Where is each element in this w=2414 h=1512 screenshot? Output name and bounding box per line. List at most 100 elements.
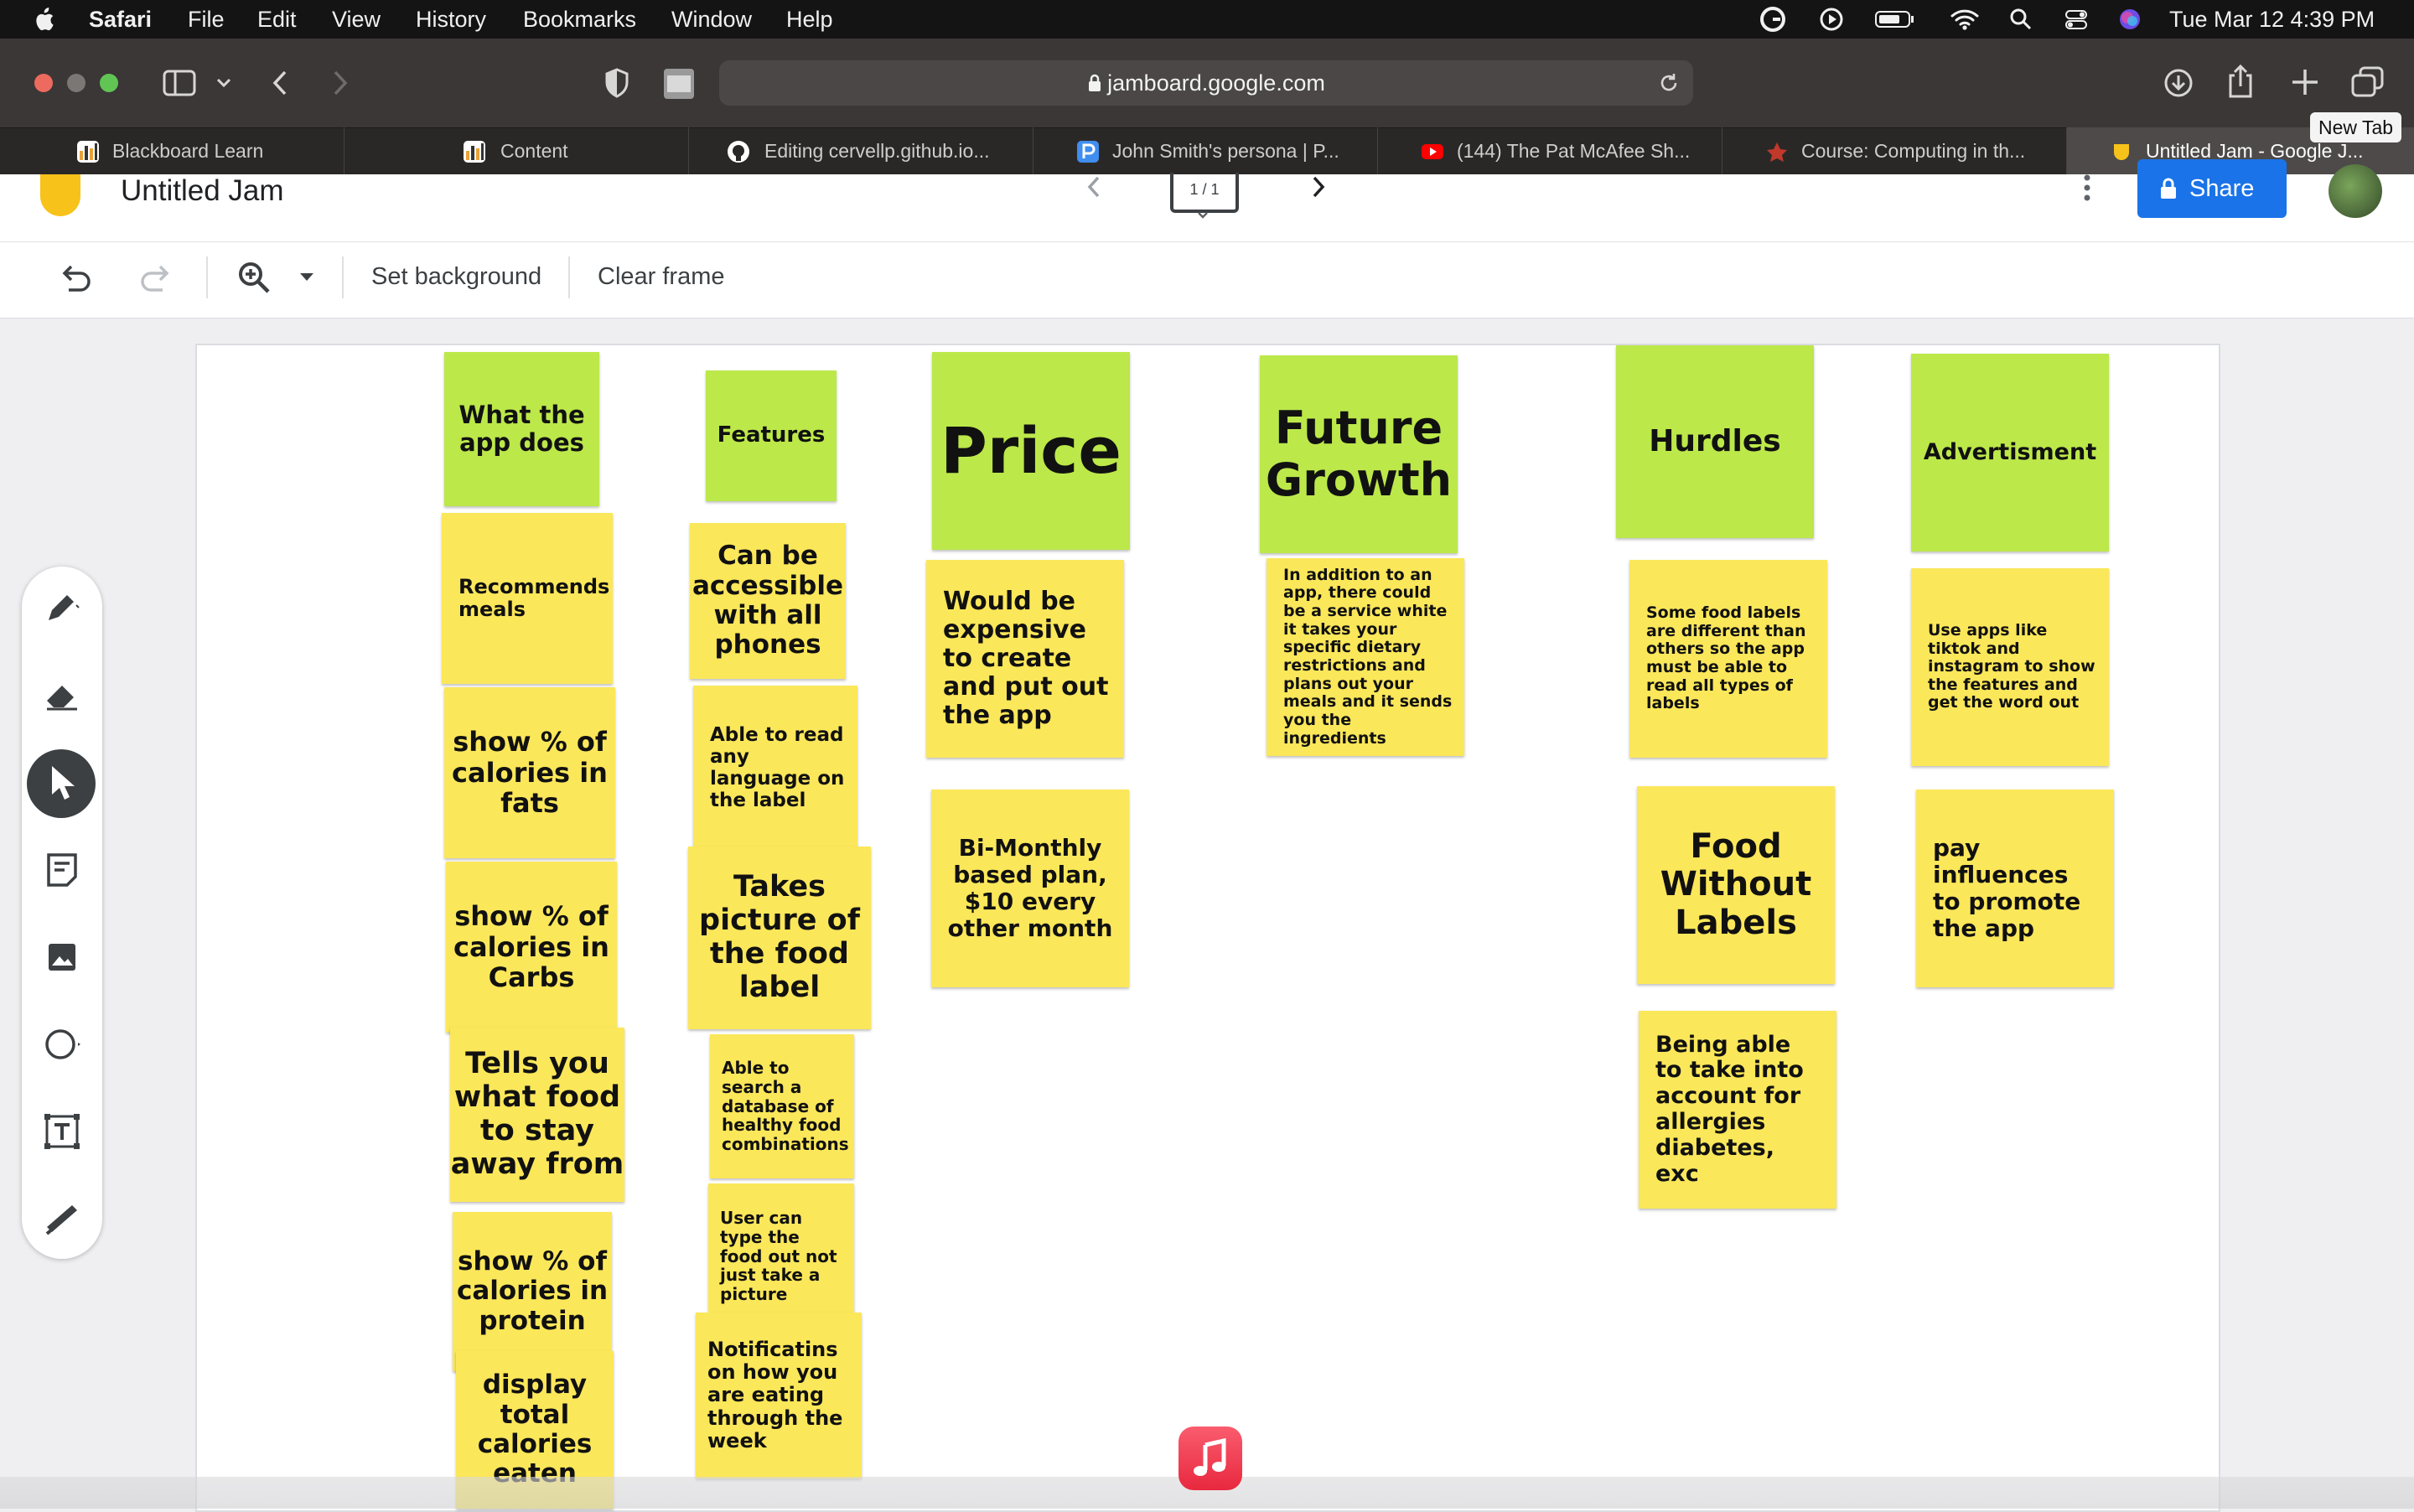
avatar[interactable] — [2329, 164, 2382, 218]
sticky-note[interactable]: Food Without Labels — [1637, 786, 1835, 984]
sticky-note[interactable]: Would be expensive to create and put out… — [926, 560, 1124, 758]
sticky-note[interactable]: Tells you what food to stay away from — [450, 1028, 624, 1202]
menu-edit[interactable]: Edit — [257, 0, 297, 39]
sticky-note[interactable]: Features — [706, 370, 837, 501]
pen-tool-icon[interactable] — [42, 587, 82, 627]
laser-tool-icon[interactable] — [42, 1199, 82, 1239]
undo-icon[interactable] — [57, 261, 94, 295]
tab-content[interactable]: Content — [344, 127, 689, 174]
privacy-shield-icon[interactable] — [604, 67, 630, 99]
menu-help[interactable]: Help — [786, 0, 833, 39]
youtube-icon — [1422, 144, 1443, 159]
address-bar[interactable]: jamboard.google.com — [719, 60, 1693, 106]
clear-frame-button[interactable]: Clear frame — [598, 241, 725, 312]
zoom-dropdown-icon[interactable] — [298, 270, 315, 283]
redo-icon[interactable] — [137, 261, 174, 295]
sticky-note[interactable]: show % of calories in protein — [453, 1212, 612, 1371]
shape-tool-icon[interactable] — [42, 1024, 82, 1064]
page-favicon-icon[interactable] — [662, 67, 696, 101]
sticky-note[interactable]: Recommends meals — [442, 513, 613, 684]
downloads-icon[interactable] — [2163, 67, 2194, 99]
share-button[interactable]: Share — [2137, 159, 2287, 218]
menu-bookmarks[interactable]: Bookmarks — [523, 0, 636, 39]
cursor-arrow-icon — [52, 766, 75, 800]
menu-history[interactable]: History — [416, 0, 486, 39]
tab-title: (144) The Pat McAfee Sh... — [1457, 140, 1691, 162]
tab-blackboard-learn[interactable]: Blackboard Learn — [0, 127, 344, 174]
lock-icon — [1089, 74, 1101, 91]
menubar-clock[interactable]: Tue Mar 12 4:39 PM — [2169, 0, 2375, 39]
grammarly-icon[interactable] — [1760, 7, 1785, 32]
sticky-note[interactable]: Advertisment — [1911, 354, 2109, 551]
jam-canvas[interactable]: What the app does Recommends meals show … — [195, 344, 2220, 1512]
battery-icon[interactable] — [1874, 7, 1916, 32]
zoom-window-button[interactable] — [100, 74, 118, 92]
select-tool-button[interactable] — [27, 749, 96, 818]
wifi-icon[interactable] — [1950, 7, 1980, 32]
tab-overview-icon[interactable] — [2350, 65, 2386, 99]
spotlight-search-icon[interactable] — [2008, 7, 2033, 32]
sticky-note-tool-icon[interactable] — [42, 850, 82, 890]
image-tool-icon[interactable] — [42, 937, 82, 977]
music-note-icon — [1194, 1438, 1226, 1476]
sticky-note[interactable]: Bi-Monthly based plan, $10 every other m… — [931, 790, 1129, 987]
menu-view[interactable]: View — [332, 0, 381, 39]
control-center-icon[interactable] — [2064, 7, 2089, 32]
sticky-note[interactable]: Some food labels are different than othe… — [1629, 560, 1827, 758]
menu-file[interactable]: File — [188, 0, 225, 39]
sticky-note[interactable]: show % of calories in Carbs — [446, 862, 617, 1033]
sticky-note[interactable]: Able to search a database of healthy foo… — [710, 1034, 854, 1178]
sticky-note[interactable]: Being able to take into account for alle… — [1639, 1011, 1836, 1209]
frame-indicator: 1 / 1 — [1189, 181, 1220, 198]
siri-icon[interactable] — [2117, 7, 2142, 32]
frame-bar-chevron-icon[interactable] — [1197, 211, 1209, 220]
tab-github-editing[interactable]: Editing cervellp.github.io... — [689, 127, 1033, 174]
set-background-button[interactable]: Set background — [371, 241, 541, 312]
sticky-note[interactable]: In addition to an app, there could be a … — [1267, 558, 1464, 756]
sticky-note[interactable]: What the app does — [444, 352, 599, 506]
previous-frame-icon[interactable] — [1083, 174, 1105, 199]
tab-persona[interactable]: John Smith's persona | P... — [1033, 127, 1378, 174]
chart-bar-icon — [464, 141, 485, 163]
frame-bar[interactable]: 1 / 1 — [1170, 173, 1239, 213]
share-lock-icon — [2161, 178, 2176, 199]
sticky-note[interactable]: User can type the food out not just take… — [708, 1183, 854, 1329]
sticky-note[interactable]: Able to read any language on the label — [693, 686, 857, 850]
sticky-note[interactable]: Takes picture of the food label — [688, 847, 871, 1029]
sticky-note[interactable]: Price — [932, 352, 1130, 550]
new-tab-plus-icon[interactable] — [2288, 65, 2322, 99]
text-box-tool-icon[interactable] — [42, 1111, 82, 1152]
more-options-icon[interactable] — [2079, 171, 2095, 205]
minimize-window-button[interactable] — [67, 74, 85, 92]
new-tab-tooltip: New Tab — [2310, 112, 2402, 142]
back-arrow-icon[interactable] — [268, 67, 292, 99]
tab-course[interactable]: Course: Computing in th... — [1722, 127, 2067, 174]
close-window-button[interactable] — [34, 74, 53, 92]
menu-app-name[interactable]: Safari — [89, 0, 152, 39]
sidebar-toggle-icon[interactable] — [163, 69, 196, 97]
jamboard-logo-icon[interactable] — [40, 174, 80, 216]
music-app-icon[interactable] — [1179, 1427, 1242, 1490]
sticky-note[interactable]: Can be accessible with all phones — [690, 523, 846, 679]
toolbar-divider — [206, 256, 208, 298]
sticky-note[interactable]: Use apps like tiktok and instagram to sh… — [1911, 568, 2109, 766]
zoom-icon[interactable] — [236, 260, 272, 295]
next-frame-icon[interactable] — [1308, 174, 1329, 199]
forward-arrow-icon[interactable] — [329, 67, 352, 99]
sticky-note[interactable]: Future Growth — [1260, 355, 1458, 553]
reload-icon[interactable] — [1658, 72, 1680, 94]
apple-logo-icon[interactable] — [32, 7, 55, 32]
chevron-down-icon[interactable] — [215, 75, 233, 91]
tab-title: Editing cervellp.github.io... — [764, 140, 990, 162]
jam-title[interactable]: Untitled Jam — [121, 174, 284, 208]
menu-window[interactable]: Window — [671, 0, 752, 39]
eraser-tool-icon[interactable] — [42, 676, 82, 716]
tab-youtube[interactable]: (144) The Pat McAfee Sh... — [1378, 127, 1722, 174]
tab-title: Blackboard Learn — [112, 140, 264, 162]
sticky-note[interactable]: Notificatins on how you are eating throu… — [696, 1313, 862, 1478]
share-icon[interactable] — [2226, 64, 2255, 99]
sticky-note[interactable]: show % of calories in fats — [444, 687, 615, 858]
sticky-note[interactable]: Hurdles — [1616, 345, 1814, 538]
sticky-note[interactable]: pay influences to promote the app — [1916, 790, 2114, 987]
play-icon[interactable] — [1819, 7, 1844, 32]
